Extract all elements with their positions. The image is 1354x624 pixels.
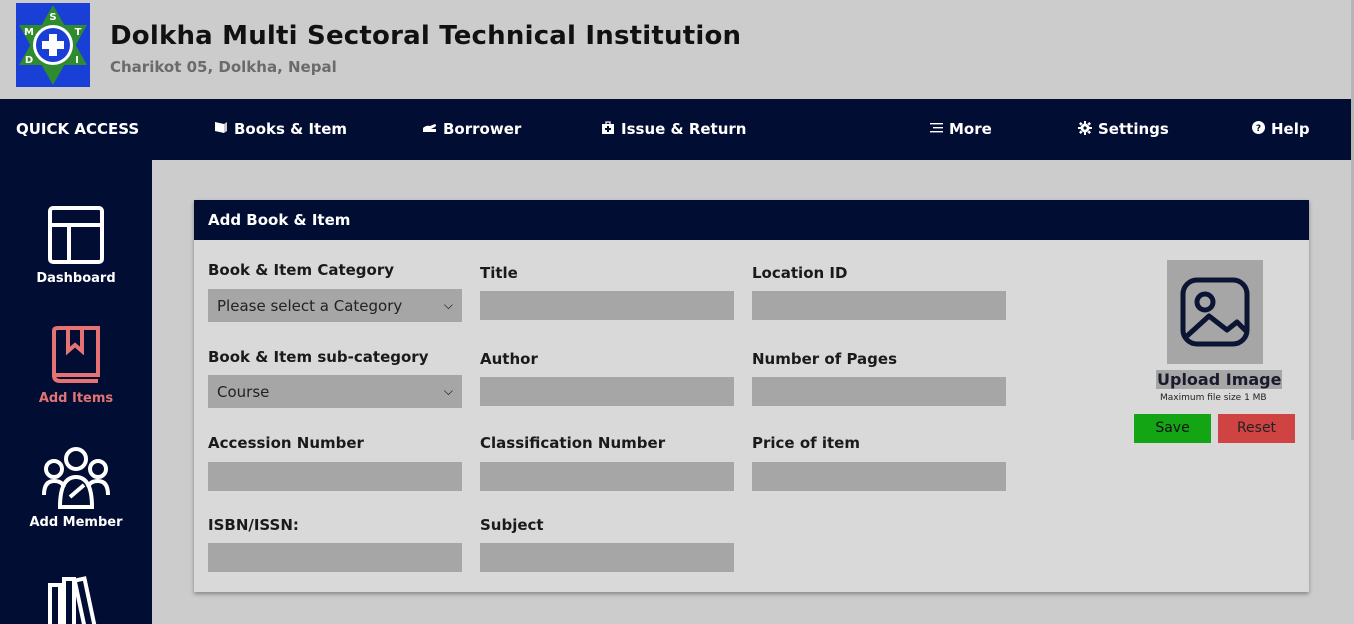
author-input[interactable] (480, 377, 734, 406)
location-field: Location ID (752, 264, 1006, 320)
price-input[interactable] (752, 462, 1006, 491)
top-nav: QUICK ACCESS Books & Item Borrower Issue… (0, 99, 1354, 160)
accession-input[interactable] (208, 462, 462, 491)
nav-issue-return[interactable]: Issue & Return (601, 120, 746, 138)
isbn-input[interactable] (208, 543, 462, 572)
image-preview[interactable] (1167, 260, 1263, 364)
title-label: Title (480, 264, 518, 282)
location-label: Location ID (752, 264, 848, 282)
save-button[interactable]: Save (1134, 414, 1211, 443)
author-label: Author (480, 350, 538, 368)
sidebar-label-dashboard: Dashboard (36, 271, 116, 286)
question-icon: ? (1252, 121, 1265, 137)
institution-logo: S M T D I (16, 3, 90, 87)
category-field: Book & Item Category Please select a Cat… (208, 261, 462, 322)
nav-help[interactable]: ? Help (1252, 120, 1310, 138)
price-field: Price of item (752, 434, 1006, 491)
chevron-down-icon: ⌵ (443, 384, 453, 398)
sidebar: Dashboard Add Items Add Member (0, 160, 152, 624)
hand-icon (422, 122, 437, 136)
sidebar-label-add-member: Add Member (29, 515, 123, 530)
gear-icon (1078, 120, 1092, 138)
category-select[interactable]: Please select a Category ⌵ (208, 289, 462, 322)
reset-button[interactable]: Reset (1218, 414, 1295, 443)
subject-field: Subject (480, 516, 734, 572)
image-placeholder-icon (1180, 277, 1250, 347)
nav-borrower[interactable]: Borrower (422, 120, 521, 138)
logo-letter-d: D (25, 55, 33, 66)
logo-letter-s: S (49, 12, 56, 23)
subcategory-label: Book & Item sub-category (208, 348, 429, 366)
price-label: Price of item (752, 434, 860, 452)
title-input[interactable] (480, 291, 734, 320)
chevron-down-icon: ⌵ (443, 298, 453, 312)
book-icon (214, 121, 228, 137)
accession-label: Accession Number (208, 434, 364, 452)
title-field: Title (480, 264, 734, 320)
add-book-item-card: Add Book & Item Book & Item Category Ple… (194, 200, 1309, 592)
institution-address: Charikot 05, Dolkha, Nepal (110, 58, 337, 76)
classification-input[interactable] (480, 462, 734, 491)
sidebar-item-add-member[interactable]: Add Member (0, 445, 152, 530)
isbn-field: ISBN/ISSN: (208, 516, 462, 572)
subject-input[interactable] (480, 543, 734, 572)
subcategory-field: Book & Item sub-category Course ⌵ (208, 348, 462, 408)
dashboard-icon (48, 206, 104, 264)
category-label: Book & Item Category (208, 261, 395, 279)
upload-image-button[interactable]: Upload Image (1156, 370, 1283, 389)
author-field: Author (480, 350, 734, 406)
medkit-icon (601, 120, 615, 138)
subcategory-select[interactable]: Course ⌵ (208, 375, 462, 408)
header: S M T D I Dolkha Multi Sectoral Technica… (0, 0, 1354, 99)
isbn-label: ISBN/ISSN: (208, 516, 299, 534)
location-input[interactable] (752, 291, 1006, 320)
institution-name: Dolkha Multi Sectoral Technical Institut… (110, 21, 742, 51)
list-icon (930, 122, 943, 136)
nav-books-item[interactable]: Books & Item (214, 120, 347, 138)
card-title: Add Book & Item (194, 200, 1309, 240)
nav-more[interactable]: More (930, 120, 992, 138)
bookmark-book-icon (52, 326, 100, 383)
sidebar-item-dashboard[interactable]: Dashboard (0, 205, 152, 286)
pages-input[interactable] (752, 377, 1006, 406)
svg-text:?: ? (1256, 124, 1261, 134)
pages-field: Number of Pages (752, 350, 1006, 406)
classification-label: Classification Number (480, 434, 666, 452)
quick-access-label: QUICK ACCESS (16, 120, 140, 138)
sidebar-item-books[interactable] (0, 575, 152, 624)
books-icon (48, 576, 98, 624)
pages-label: Number of Pages (752, 350, 897, 368)
users-icon (42, 447, 110, 509)
upload-note: Maximum file size 1 MB (1160, 393, 1267, 403)
logo-letter-i: I (75, 55, 79, 66)
classification-field: Classification Number (480, 434, 734, 491)
logo-letter-m: M (24, 27, 34, 38)
accession-field: Accession Number (208, 434, 462, 491)
logo-letter-t: T (75, 27, 82, 38)
sidebar-item-add-items[interactable]: Add Items (0, 325, 152, 406)
subject-label: Subject (480, 516, 544, 534)
sidebar-label-add-items: Add Items (38, 391, 114, 406)
nav-settings[interactable]: Settings (1078, 120, 1169, 138)
